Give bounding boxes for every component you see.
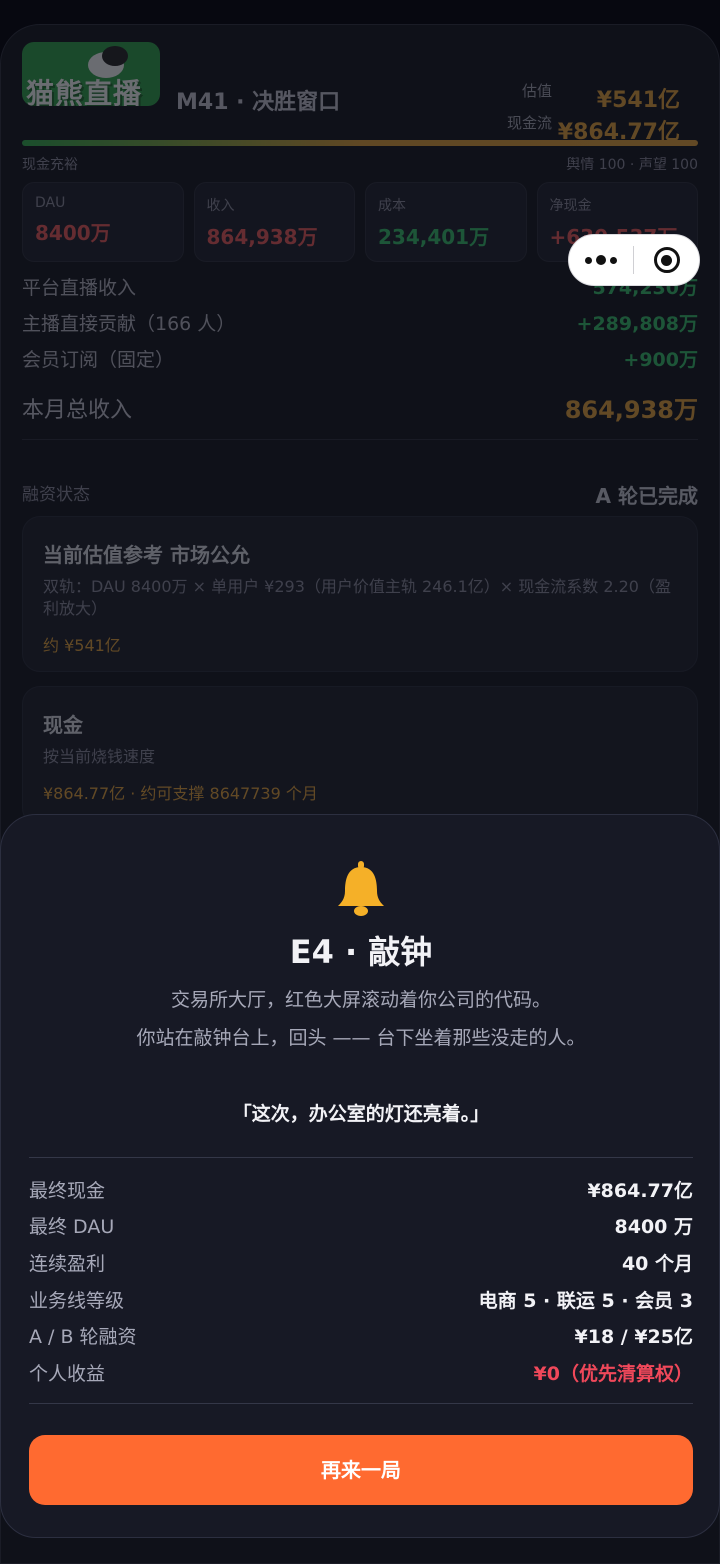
card-description: 按当前烧钱速度 [43, 747, 156, 766]
close-target-icon[interactable] [634, 234, 699, 286]
bell-icon [338, 861, 384, 916]
stat-value: ¥864.77亿 [587, 1179, 693, 1202]
ending-title: E4 · 敲钟 [289, 933, 433, 971]
cashflow-label: 现金流 [506, 114, 552, 132]
valuation-label: 估值 [521, 82, 552, 100]
replay-button[interactable]: 再来一局 [29, 1435, 693, 1505]
stat-value: 40 个月 [621, 1252, 693, 1275]
more-dots-icon[interactable] [569, 234, 633, 286]
revenue-label: 平台直播收入 [22, 276, 137, 299]
metric-value: 8400万 [35, 221, 111, 245]
stat-value: ¥18 / ¥25亿 [574, 1326, 694, 1349]
metric-value: 864,938万 [206, 225, 318, 249]
financing-header: 融资状态 A 轮已完成 [22, 480, 698, 509]
metric-card-cost: 成本 234,401万 [365, 182, 527, 262]
stat-row: A / B 轮融资 ¥18 / ¥25亿 [29, 1317, 693, 1354]
revenue-row: 会员订阅（固定） +900万 [22, 340, 698, 376]
ending-sheet: E4 · 敲钟 交易所大厅，红色大屏滚动着你公司的代码。 你站在敲钟台上，回头 … [0, 814, 720, 1538]
metric-card-dau: DAU 8400万 [22, 182, 184, 262]
stat-row: 最终 DAU 8400 万 [29, 1208, 693, 1245]
revenue-list: 平台直播收入 574,230万 主播直接贡献（166 人） +289,808万 … [22, 268, 698, 440]
divider [29, 1157, 693, 1158]
revenue-value: +289,808万 [576, 312, 698, 335]
stat-value: ¥0（优先清算权） [533, 1362, 693, 1385]
stat-label: A / B 轮融资 [29, 1326, 137, 1349]
card-footnote: 约 ¥541亿 [43, 636, 121, 655]
card-title: 现金 [43, 713, 83, 737]
financing-status: A 轮已完成 [595, 484, 698, 508]
valuation-card: 当前估值参考 市场公允 双轨：DAU 8400万 × 单用户 ¥293（用户价值… [22, 516, 698, 672]
game-header: 猫熊直播 M41 · 决胜窗口 估值 ¥541亿 现金流 ¥864.77亿 [22, 42, 698, 145]
metric-label: 净现金 [549, 198, 592, 214]
stage-title: M41 · 决胜窗口 [176, 90, 341, 115]
divider [29, 1403, 693, 1404]
ending-description-line: 你站在敲钟台上，回头 —— 台下坐着那些没走的人。 [136, 1027, 586, 1049]
ending-stats: 最终现金 ¥864.77亿 最终 DAU 8400 万 连续盈利 40 个月 业… [29, 1171, 693, 1391]
reputation-status: 舆情 100 · 声望 100 [566, 157, 698, 173]
revenue-total-label: 本月总收入 [22, 397, 133, 423]
revenue-total-row: 本月总收入 864,938万 [22, 376, 698, 440]
stat-value: 电商 5 · 联运 5 · 会员 3 [478, 1289, 693, 1312]
app-logo: 猫熊直播 [22, 42, 160, 106]
metric-label: 收入 [206, 198, 235, 214]
ending-quote: 「这次，办公室的灯还亮着。」 [232, 1103, 490, 1125]
cash-status: 现金充裕 [22, 157, 78, 173]
stat-label: 最终现金 [29, 1179, 106, 1202]
cash-card: 现金 按当前烧钱速度 ¥864.77亿 · 约可支撑 8647739 个月 [22, 686, 698, 826]
metric-label: DAU [35, 195, 66, 211]
stat-label: 连续盈利 [29, 1252, 106, 1275]
card-title: 当前估值参考 市场公允 [43, 543, 250, 567]
revenue-row: 主播直接贡献（166 人） +289,808万 [22, 304, 698, 340]
card-description: 双轨：DAU 8400万 × 单用户 ¥293（用户价值主轨 246.1亿）× … [43, 577, 671, 618]
stat-row: 业务线等级 电商 5 · 联运 5 · 会员 3 [29, 1281, 693, 1318]
revenue-label: 会员订阅（固定） [22, 348, 175, 371]
health-bar [22, 140, 698, 146]
financing-label: 融资状态 [22, 485, 90, 505]
stat-value: 8400 万 [614, 1216, 694, 1239]
metric-value: 234,401万 [378, 225, 490, 249]
card-footnote: ¥864.77亿 · 约可支撑 8647739 个月 [43, 784, 318, 803]
miniprogram-capsule [568, 234, 700, 286]
stat-row: 连续盈利 40 个月 [29, 1244, 693, 1281]
stat-row: 最终现金 ¥864.77亿 [29, 1171, 693, 1208]
metric-card-revenue: 收入 864,938万 [193, 182, 355, 262]
stat-label: 个人收益 [29, 1362, 106, 1385]
ending-description-line: 交易所大厅，红色大屏滚动着你公司的代码。 [170, 989, 551, 1011]
stat-row: 个人收益 ¥0（优先清算权） [29, 1354, 693, 1391]
metric-label: 成本 [378, 198, 406, 214]
revenue-value: +900万 [623, 348, 698, 371]
revenue-total-value: 864,938万 [564, 396, 698, 424]
valuation-value: ¥541亿 [596, 88, 680, 113]
panda-ear-icon [102, 46, 128, 66]
revenue-label: 主播直接贡献（166 人） [22, 312, 236, 335]
stat-label: 业务线等级 [29, 1289, 125, 1312]
stat-label: 最终 DAU [29, 1216, 115, 1239]
logo-text: 猫熊直播 [26, 77, 143, 106]
